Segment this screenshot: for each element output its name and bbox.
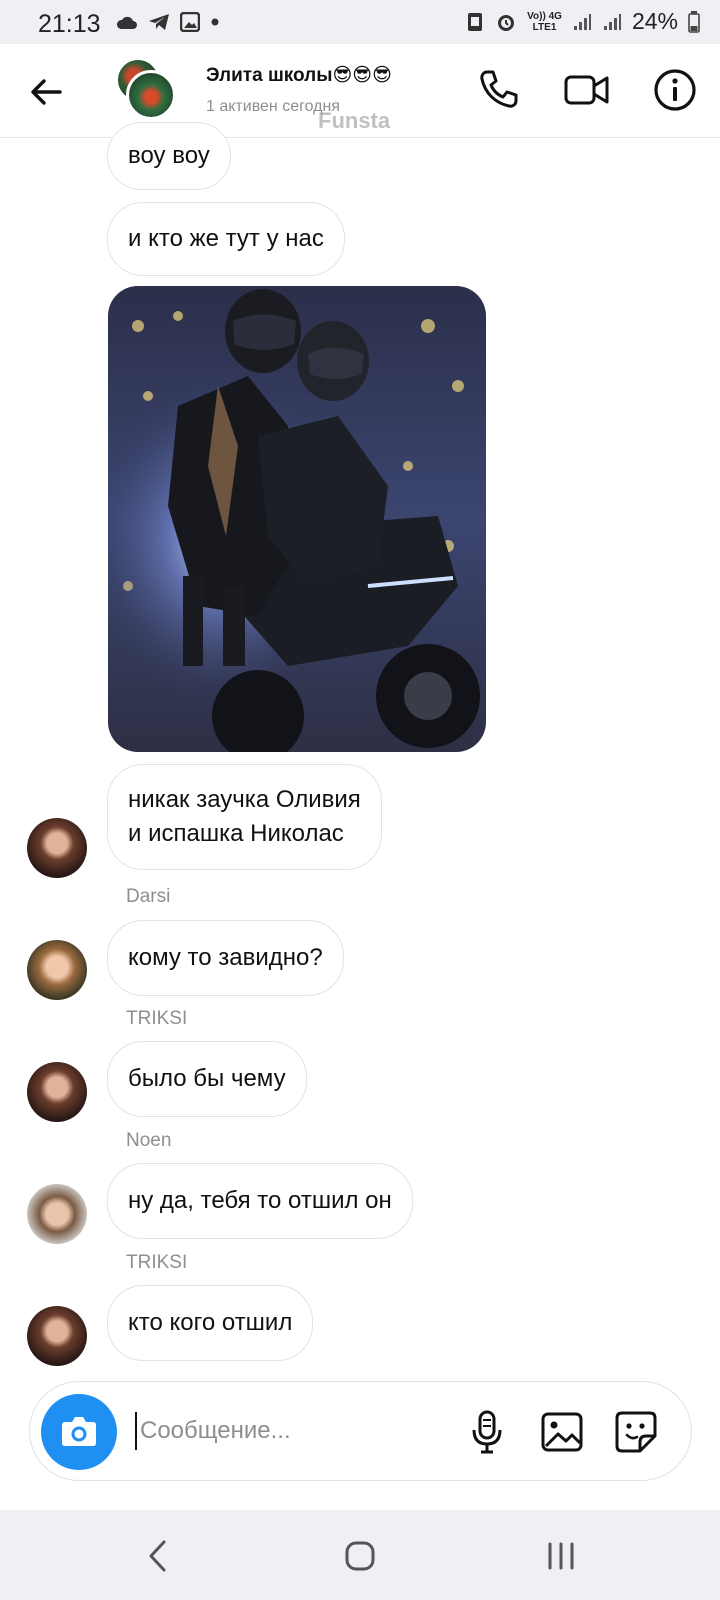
info-icon[interactable] [652,66,698,114]
message-text-line: никак заучка Оливия [128,786,361,813]
watermark: Funsta [318,108,391,133]
nav-recents-icon[interactable] [537,1532,585,1580]
dot-icon [211,18,219,26]
message-bubble[interactable]: кому то завидно? [107,920,344,996]
status-bar: 21:13 Vo)) 4G LTE1 24% [0,0,720,44]
sender-name: Darsi [126,886,171,907]
message-composer [29,1381,692,1481]
signal-icon-2 [603,13,621,30]
telegram-icon [149,14,169,30]
camera-button[interactable] [41,1394,117,1470]
shared-photo[interactable] [108,286,486,752]
message-input[interactable] [140,1410,460,1452]
group-avatar[interactable] [116,58,180,120]
sender-name: TRIKSI [126,1008,188,1029]
message-bubble[interactable]: ну да, тебя то отшил он [107,1163,413,1239]
cloud-icon [116,16,137,29]
avatar[interactable] [27,1306,87,1366]
message-bubble[interactable]: кто кого отшил [107,1285,314,1361]
sender-name: Noen [126,1130,172,1151]
message-text-line: и испашка Николас [128,820,344,847]
motorcycle-photo [108,286,486,752]
video-call-icon[interactable] [564,66,610,114]
chat-title[interactable]: Элита школы😎😎😎 [206,64,392,87]
sender-name: TRIKSI [126,1252,188,1273]
microphone-icon[interactable] [463,1408,511,1456]
message-bubble[interactable]: воу воу [107,122,231,190]
network-type: Vo)) 4G LTE1 [527,10,562,33]
alarm-icon [498,14,515,31]
battery-icon [688,10,700,33]
gallery-icon[interactable] [538,1408,586,1456]
camera-icon [62,1417,96,1446]
nav-back-icon[interactable] [134,1532,182,1580]
back-arrow-icon[interactable] [26,72,66,112]
sticker-icon[interactable] [612,1408,660,1456]
avatar[interactable] [27,940,87,1000]
battery-percent: 24% [631,8,678,34]
chat-header: Элита школы😎😎😎 1 активен сегодня Funsta [0,44,720,138]
status-time: 21:13 [38,10,101,38]
text-caret [135,1412,137,1450]
gallery-icon [180,12,200,32]
recycle-icon [468,12,483,31]
message-bubble[interactable]: было бы чему [107,1041,307,1117]
system-nav-bar [0,1510,720,1600]
avatar[interactable] [27,1184,87,1244]
phone-call-icon[interactable] [474,66,522,114]
signal-icon [573,13,591,30]
avatar[interactable] [27,1062,87,1122]
nav-home-icon[interactable] [336,1532,384,1580]
message-bubble[interactable]: и кто же тут у нас [107,202,345,276]
message-bubble[interactable]: никак заучка Оливия и испашка Николас [107,764,382,870]
avatar[interactable] [27,818,87,878]
